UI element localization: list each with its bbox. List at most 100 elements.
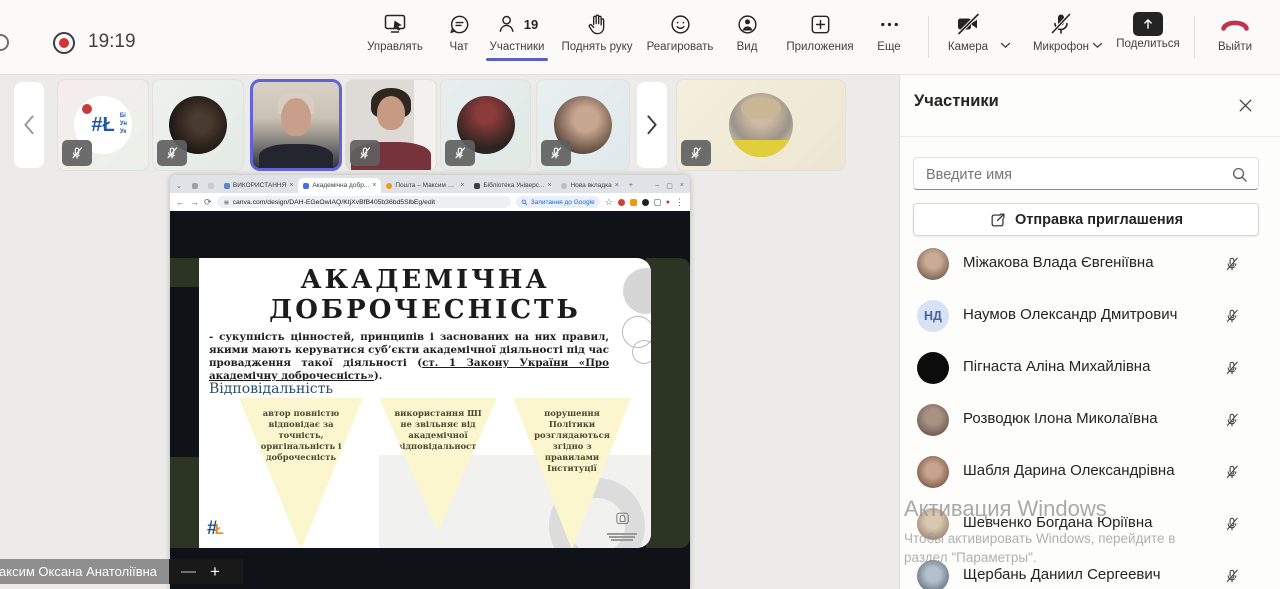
avatar xyxy=(917,352,949,384)
video-tile[interactable] xyxy=(440,79,531,171)
mic-options-chevron[interactable] xyxy=(1092,36,1103,54)
slide-green-band xyxy=(646,258,690,548)
mic-muted-badge xyxy=(445,140,475,166)
reload-icon[interactable]: ⟳ xyxy=(204,197,212,207)
share-invite-icon xyxy=(991,213,1005,226)
window-controls[interactable]: – ▢ × xyxy=(649,178,690,193)
share-button[interactable]: Поделиться xyxy=(1109,9,1187,50)
video-tile[interactable] xyxy=(536,79,630,171)
url-field[interactable]: canva.com/design/DAH-EGeOwIAQ/KtjXvBfB40… xyxy=(216,196,511,208)
mic-off-icon xyxy=(1022,9,1100,39)
hang-up-icon xyxy=(1196,9,1274,39)
meeting-window: 19:19 Управлять Чат 19 Участники Поднять… xyxy=(0,0,1280,589)
extension-icon[interactable] xyxy=(629,198,637,206)
tab-close-icon[interactable]: × xyxy=(289,182,293,189)
browser-menu-icon[interactable]: ⋮ xyxy=(675,197,684,207)
browser-tab-strip: ⌄ ВИКОРИСТАННЯ × Академічна добр... × Пошт… xyxy=(170,175,690,193)
google-search-chip[interactable]: Запитання до Google xyxy=(515,196,600,208)
camera-off-icon xyxy=(929,9,1007,39)
participant-search[interactable] xyxy=(913,157,1259,191)
profile-icon[interactable]: ● xyxy=(666,198,670,207)
tab-close-icon[interactable]: × xyxy=(460,182,464,189)
mic-muted-icon xyxy=(1224,256,1240,277)
slide-section-heading: Відповідальність xyxy=(209,381,334,397)
participants-count: 19 xyxy=(523,16,539,32)
participant-row[interactable]: Шевченко Богдана Юріївна xyxy=(900,498,1280,550)
react-button[interactable]: Реагировать xyxy=(641,9,719,53)
back-icon[interactable]: ← xyxy=(176,197,185,207)
tab-close-icon[interactable]: × xyxy=(372,182,376,189)
new-tab-button[interactable]: + xyxy=(624,178,638,193)
camera-button[interactable]: Камера xyxy=(929,9,1007,53)
view-button[interactable]: Вид xyxy=(712,9,782,53)
recording-indicator-icon xyxy=(53,32,75,54)
extension-icon[interactable] xyxy=(653,198,661,206)
browser-tab-active[interactable]: Академічна добр... × xyxy=(298,178,382,193)
tab-close-icon[interactable]: × xyxy=(547,182,551,189)
avatar xyxy=(917,508,949,540)
raise-hand-button[interactable]: Поднять руку xyxy=(558,9,636,53)
video-tile-presenter[interactable] xyxy=(676,79,846,171)
apps-button[interactable]: Приложения xyxy=(781,9,859,53)
participant-row[interactable]: Розводюк Ілона Миколаївна xyxy=(900,394,1280,446)
zoom-in-button[interactable]: + xyxy=(210,562,220,582)
extension-icon[interactable] xyxy=(641,198,649,206)
video-tile[interactable]: #Ł Бі Ун Ук xyxy=(57,79,149,171)
video-tile[interactable] xyxy=(152,79,244,171)
pinned-tab[interactable] xyxy=(187,178,203,193)
browser-tab[interactable]: Бібліотека Універс... × xyxy=(469,178,556,193)
send-invite-button[interactable]: Отправка приглашения xyxy=(913,203,1259,236)
extension-icon[interactable] xyxy=(617,198,625,206)
share-icon xyxy=(1133,12,1163,36)
participant-row[interactable]: Щербань Даниил Сергеевич xyxy=(900,550,1280,589)
tab-search-chevron[interactable]: ⌄ xyxy=(170,178,187,193)
panel-divider xyxy=(900,136,1280,137)
participant-row[interactable]: Пігнаста Аліна Михайлівна xyxy=(900,342,1280,394)
camera-options-chevron[interactable] xyxy=(1000,36,1011,54)
site-settings-icon xyxy=(223,200,229,204)
browser-tab[interactable]: ВИКОРИСТАННЯ × xyxy=(219,178,299,193)
participant-row[interactable]: Міжакова Влада Євгеніївна xyxy=(900,238,1280,290)
avatar xyxy=(917,248,949,280)
video-tile[interactable] xyxy=(345,79,437,171)
minimize-icon: – xyxy=(655,182,660,189)
search-icon xyxy=(521,199,527,205)
search-icon[interactable] xyxy=(1231,166,1248,188)
apps-plus-icon xyxy=(781,9,859,39)
more-button[interactable]: Еще xyxy=(854,9,924,53)
zoom-out-button[interactable]: — xyxy=(181,563,196,580)
participants-button[interactable]: 19 Участники xyxy=(478,9,556,61)
meeting-timer: 19:19 xyxy=(88,31,136,52)
mic-muted-badge xyxy=(350,140,380,166)
avatar xyxy=(729,93,793,157)
slide-definition-text: - сукупність цінностей, принципів і засн… xyxy=(209,331,609,382)
manage-button[interactable]: Управлять xyxy=(356,9,434,53)
browser-tab[interactable]: Пошта – Максим О... × xyxy=(381,178,469,193)
mic-button[interactable]: Микрофон xyxy=(1022,9,1100,53)
slide-triangle: автор повністю відповідає за точність, о… xyxy=(239,398,363,548)
browser-address-bar: ← → ⟳ canva.com/design/DAH-EGeOwIAQ/KtjX… xyxy=(170,193,690,211)
chevron-right-icon xyxy=(647,115,657,135)
video-tile-active-speaker[interactable] xyxy=(250,79,342,171)
forward-icon[interactable]: → xyxy=(190,197,199,207)
browser-tab[interactable]: Нова вкладка × xyxy=(556,178,623,193)
participant-row[interactable]: НД Наумов Олександр Дмитрович xyxy=(900,290,1280,342)
pinned-tab[interactable] xyxy=(203,178,219,193)
canvas-zoom-controls: — + xyxy=(169,559,243,584)
mic-muted-badge xyxy=(541,140,571,166)
close-panel-button[interactable] xyxy=(1237,97,1254,119)
search-input[interactable] xyxy=(924,158,1228,191)
mic-muted-icon xyxy=(1224,516,1240,537)
screen-manage-icon xyxy=(356,9,434,39)
chevron-left-icon xyxy=(24,115,34,135)
clipped-indicator xyxy=(0,34,9,51)
toolbar-separator xyxy=(1194,16,1195,58)
filmstrip-next-button[interactable] xyxy=(637,82,667,168)
bookmark-star-icon[interactable]: ☆ xyxy=(605,197,613,207)
mic-muted-icon xyxy=(1224,568,1240,589)
participant-row[interactable]: Шабля Дарина Олександрівна xyxy=(900,446,1280,498)
filmstrip-prev-button[interactable] xyxy=(14,82,44,168)
tab-close-icon[interactable]: × xyxy=(615,182,619,189)
leave-button[interactable]: Выйти xyxy=(1196,9,1274,53)
slide-green-accent xyxy=(170,457,199,548)
